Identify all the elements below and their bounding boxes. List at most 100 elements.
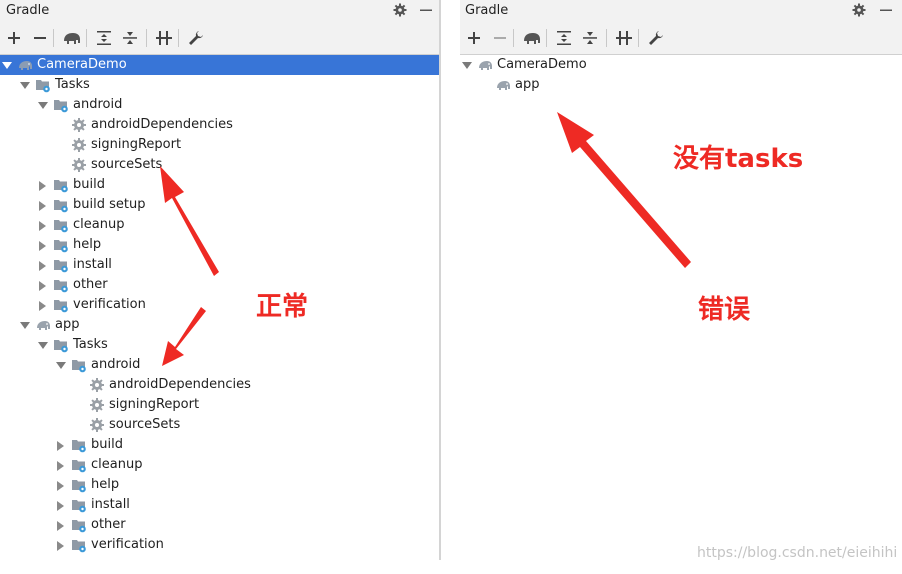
expand-arrow-right-icon[interactable]	[38, 200, 48, 211]
expand-arrow-right-icon[interactable]	[38, 300, 48, 311]
toolbar-separator	[606, 29, 607, 47]
toggle-offline-button[interactable]	[614, 28, 634, 48]
add-icon	[464, 32, 484, 52]
expand-arrow-right-icon[interactable]	[56, 440, 66, 451]
tree-row[interactable]: Tasks	[0, 335, 439, 355]
tree-row[interactable]: signingReport	[0, 135, 439, 155]
expand-all-button[interactable]	[554, 28, 574, 48]
wrench-icon	[646, 31, 666, 52]
expand-arrow-right-icon[interactable]	[38, 280, 48, 291]
collapse-all-button[interactable]	[120, 28, 140, 48]
add-button[interactable]	[4, 28, 24, 48]
task-folder-icon	[71, 457, 87, 473]
tree-row[interactable]: sourceSets	[0, 415, 439, 435]
tree-row[interactable]: Tasks	[0, 75, 439, 95]
task-folder-icon	[71, 517, 87, 533]
tree-row[interactable]: build	[0, 175, 439, 195]
tree-row[interactable]: install	[0, 495, 439, 515]
hide-panel-icon[interactable]	[878, 2, 894, 18]
expand-arrow-down-icon[interactable]	[20, 320, 30, 330]
wrench-button[interactable]	[646, 28, 666, 48]
tree-item-label: app	[515, 77, 540, 92]
tree-item-label: install	[91, 497, 130, 512]
task-folder-icon	[53, 217, 69, 233]
collapse-all-button[interactable]	[580, 28, 600, 48]
tree-item-label: other	[73, 277, 108, 292]
tree-row[interactable]: androidDependencies	[0, 115, 439, 135]
gradle-elephant-icon	[495, 77, 511, 93]
toolbar-separator	[178, 29, 179, 47]
tree-row[interactable]: CameraDemo	[0, 55, 439, 75]
tree-item-label: Tasks	[55, 77, 90, 92]
task-folder-icon	[53, 97, 69, 113]
task-folder-icon	[53, 277, 69, 293]
tree-item-label: cleanup	[91, 457, 143, 472]
expand-arrow-right-icon[interactable]	[38, 220, 48, 231]
expand-arrow-down-icon[interactable]	[20, 80, 30, 90]
tree-row[interactable]: androidDependencies	[0, 375, 439, 395]
tree-row[interactable]: android	[0, 355, 439, 375]
tree-row[interactable]: signingReport	[0, 395, 439, 415]
annotation-no-tasks: 没有tasks	[673, 144, 804, 174]
tree-row[interactable]: help	[0, 475, 439, 495]
expand-arrow-right-icon[interactable]	[56, 520, 66, 531]
settings-gear-icon[interactable]	[851, 2, 867, 18]
gear-icon	[71, 117, 87, 133]
remove-button[interactable]	[30, 28, 50, 48]
expand-all-button[interactable]	[94, 28, 114, 48]
expand-arrow-down-icon[interactable]	[2, 60, 12, 70]
task-folder-icon	[71, 497, 87, 513]
tree-row[interactable]: build setup	[0, 195, 439, 215]
expand-arrow-right-icon[interactable]	[56, 540, 66, 551]
tree-row[interactable]: install	[0, 255, 439, 275]
expand-arrow-right-icon[interactable]	[38, 240, 48, 251]
tree-row[interactable]: help	[0, 235, 439, 255]
tree-row[interactable]: cleanup	[0, 455, 439, 475]
expand-all-icon	[94, 31, 114, 52]
tree-item-label: android	[91, 357, 141, 372]
tree-item-label: help	[73, 237, 102, 252]
remove-button[interactable]	[490, 28, 510, 48]
expand-arrow-down-icon[interactable]	[38, 100, 48, 110]
tree-row[interactable]: verification	[0, 535, 439, 555]
wrench-icon	[186, 31, 206, 52]
expand-arrow-right-icon[interactable]	[38, 260, 48, 271]
tree-item-label: sourceSets	[109, 417, 181, 432]
tree-item-label: build	[73, 177, 105, 192]
panel-titlebar: Gradle	[0, 0, 439, 22]
tree-row[interactable]: sourceSets	[0, 155, 439, 175]
task-folder-icon	[53, 297, 69, 313]
tree-item-label: app	[55, 317, 80, 332]
toolbar-separator	[638, 29, 639, 47]
tree-row[interactable]: other	[0, 515, 439, 535]
gradle-elephant-button[interactable]	[62, 28, 82, 48]
tree-row[interactable]: cleanup	[0, 215, 439, 235]
expand-arrow-right-icon[interactable]	[56, 480, 66, 491]
tree-row[interactable]: app	[0, 315, 439, 335]
expand-arrow-down-icon[interactable]	[56, 360, 66, 370]
tree-row[interactable]: android	[0, 95, 439, 115]
add-button[interactable]	[464, 28, 484, 48]
tree-row[interactable]: CameraDemo	[460, 55, 902, 75]
expand-arrow-right-icon[interactable]	[38, 180, 48, 191]
toggle-offline-icon	[154, 31, 174, 52]
expand-arrow-down-icon[interactable]	[38, 340, 48, 350]
gradle-elephant-button[interactable]	[522, 28, 542, 48]
tree-row[interactable]: verification	[0, 295, 439, 315]
settings-gear-icon[interactable]	[392, 2, 408, 18]
expand-arrow-right-icon[interactable]	[56, 500, 66, 511]
expand-arrow-down-icon[interactable]	[462, 60, 472, 70]
tree-row[interactable]: app	[460, 75, 902, 95]
gradle-elephant-icon	[17, 57, 33, 73]
task-folder-icon	[71, 477, 87, 493]
wrench-button[interactable]	[186, 28, 206, 48]
hide-panel-icon[interactable]	[418, 2, 434, 18]
gradle-panel-left: Gradle CameraDemo Tasks android androidDepe…	[0, 0, 439, 560]
task-folder-icon	[53, 237, 69, 253]
tree-item-label: sourceSets	[91, 157, 163, 172]
expand-arrow-right-icon[interactable]	[56, 460, 66, 471]
tree-item-label: help	[91, 477, 120, 492]
toggle-offline-button[interactable]	[154, 28, 174, 48]
tree-row[interactable]: build	[0, 435, 439, 455]
tree-row[interactable]: other	[0, 275, 439, 295]
